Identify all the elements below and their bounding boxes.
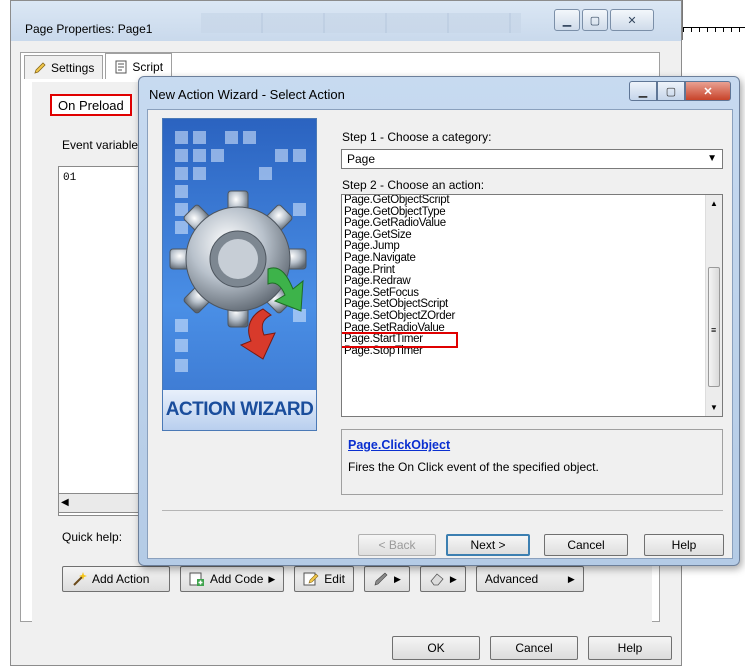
script-editor[interactable]: 01 bbox=[58, 166, 148, 516]
action-list-items: Page.GetObjectScript Page.GetObjectType Pa… bbox=[342, 195, 722, 357]
action-help-description: Fires the On Click event of the specifie… bbox=[348, 460, 599, 474]
script-icon bbox=[115, 60, 127, 73]
action-list-item[interactable]: Page.Navigate bbox=[342, 252, 722, 265]
step2-label: Step 2 - Choose an action: bbox=[342, 178, 485, 192]
dropdown-arrow-icon: ▶ bbox=[268, 573, 276, 584]
edit-button[interactable]: Edit bbox=[294, 566, 354, 592]
action-list-item[interactable]: Page.Redraw bbox=[342, 276, 722, 288]
step1-label: Step 1 - Choose a category: bbox=[342, 130, 492, 144]
gear-icon bbox=[169, 190, 307, 360]
action-list-item[interactable]: Page.GetSize bbox=[342, 229, 722, 242]
wizard-window-controls: ▁ ▢ ✕ bbox=[629, 81, 731, 101]
action-list-scrollbar[interactable]: ▲ ≡ ▼ bbox=[705, 195, 722, 416]
next-button[interactable]: Next > bbox=[446, 534, 530, 556]
divider bbox=[162, 510, 723, 511]
category-value: Page bbox=[347, 152, 376, 166]
quick-help-label: Quick help: bbox=[62, 530, 123, 544]
wizard-client-area: ACTION WIZARD Step 1 - Choose a category… bbox=[147, 109, 733, 559]
ruler bbox=[682, 0, 745, 40]
ok-button[interactable]: OK bbox=[392, 636, 480, 660]
action-wizard-banner: ACTION WIZARD bbox=[162, 118, 317, 431]
close-button[interactable]: ✕ bbox=[610, 9, 654, 31]
maximize-icon: ▢ bbox=[665, 85, 677, 98]
minimize-icon: ▁ bbox=[562, 14, 572, 27]
editor-horizontal-scrollbar[interactable]: ◀ bbox=[58, 493, 148, 513]
add-code-button[interactable]: Add Code ▶ bbox=[180, 566, 285, 592]
action-list-item[interactable]: Page.GetObjectScript bbox=[342, 195, 722, 207]
close-icon: ✕ bbox=[703, 85, 713, 98]
dropdown-arrow-icon: ▶ bbox=[449, 573, 457, 584]
tab-settings[interactable]: Settings bbox=[24, 55, 104, 79]
pencil-icon bbox=[34, 61, 46, 74]
event-variables-label: Event variable bbox=[62, 138, 139, 152]
action-wizard-dialog: New Action Wizard - Select Action ▁ ▢ ✕ bbox=[138, 76, 740, 566]
close-icon: ✕ bbox=[627, 14, 637, 27]
wizard-close-button[interactable]: ✕ bbox=[685, 81, 731, 101]
script-toolbar: Add Action Add Code ▶ Edit ▶ ▶ Advanced … bbox=[62, 566, 584, 592]
action-list-item[interactable]: Page.SetObjectZOrder bbox=[342, 310, 722, 323]
dropdown-arrow-icon: ▶ bbox=[567, 573, 575, 584]
advanced-label: Advanced bbox=[484, 572, 539, 586]
banner-label: ACTION WIZARD bbox=[163, 390, 316, 430]
category-select[interactable]: Page ▼ bbox=[341, 149, 723, 169]
add-action-label: Add Action bbox=[92, 572, 150, 586]
tab-label: Settings bbox=[51, 60, 95, 75]
eraser-menu-button[interactable]: ▶ bbox=[419, 566, 466, 592]
dropdown-arrow-icon: ▶ bbox=[393, 573, 401, 584]
edit-label: Edit bbox=[324, 572, 345, 586]
add-action-button[interactable]: Add Action bbox=[62, 566, 170, 592]
wizard-minimize-button[interactable]: ▁ bbox=[629, 81, 657, 101]
scroll-up-icon[interactable]: ▲ bbox=[710, 199, 718, 208]
wizard-title: New Action Wizard - Select Action bbox=[149, 87, 345, 102]
line-number: 01 bbox=[63, 172, 77, 184]
scroll-grip-icon: ≡ bbox=[711, 325, 717, 335]
wizard-maximize-button[interactable]: ▢ bbox=[657, 81, 685, 101]
footer-help-button[interactable]: Help bbox=[588, 636, 672, 660]
magic-wand-icon bbox=[73, 572, 87, 586]
footer-cancel-button[interactable]: Cancel bbox=[490, 636, 578, 660]
advanced-button[interactable]: Advanced ▶ bbox=[475, 566, 584, 592]
scroll-left-icon[interactable]: ◀ bbox=[61, 497, 69, 508]
action-list-item[interactable]: Page.StopTimer bbox=[342, 345, 722, 358]
tab-label: Script bbox=[132, 59, 164, 74]
scroll-down-icon[interactable]: ▼ bbox=[710, 403, 718, 412]
titlebar-toolbar-blur bbox=[201, 13, 521, 33]
pen-menu-button[interactable]: ▶ bbox=[363, 566, 410, 592]
pen-icon bbox=[374, 572, 388, 586]
action-list-item[interactable]: Page.StartTimer bbox=[342, 332, 458, 348]
minimize-icon: ▁ bbox=[638, 85, 648, 98]
eraser-icon bbox=[430, 573, 444, 586]
chevron-down-icon[interactable]: ▼ bbox=[707, 153, 717, 164]
add-code-icon bbox=[189, 572, 204, 586]
action-help-box: Page.ClickObject Fires the On Click even… bbox=[341, 429, 723, 495]
add-code-label: Add Code bbox=[210, 572, 264, 586]
event-tab-on-preload[interactable]: On Preload bbox=[50, 94, 132, 116]
maximize-icon: ▢ bbox=[589, 14, 601, 27]
wizard-cancel-button[interactable]: Cancel bbox=[544, 534, 628, 556]
maximize-button[interactable]: ▢ bbox=[582, 9, 608, 31]
action-list[interactable]: Page.GetObjectScript Page.GetObjectType Pa… bbox=[341, 194, 723, 417]
edit-icon bbox=[303, 572, 319, 586]
action-help-link[interactable]: Page.ClickObject bbox=[348, 438, 450, 452]
back-button[interactable]: < Back bbox=[358, 534, 436, 556]
minimize-button[interactable]: ▁ bbox=[554, 9, 580, 31]
page-properties-titlebar[interactable]: Page Properties: Page1 ▁ ▢ ✕ bbox=[11, 1, 681, 41]
page-properties-title: Page Properties: Page1 bbox=[25, 22, 153, 36]
wizard-help-button[interactable]: Help bbox=[644, 534, 724, 556]
